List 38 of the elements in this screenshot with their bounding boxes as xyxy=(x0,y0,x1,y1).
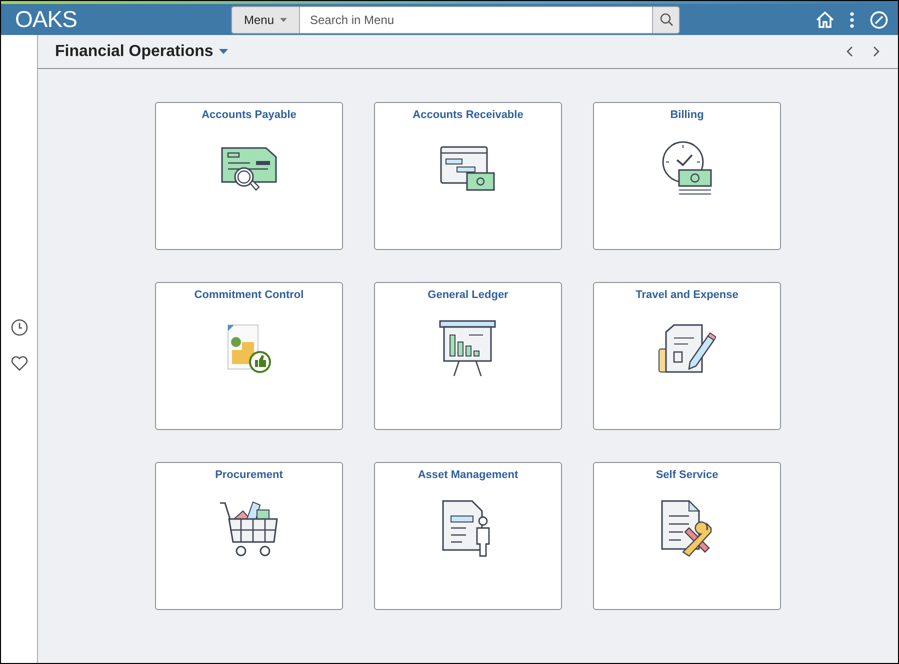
tile[interactable]: Accounts Payable xyxy=(155,102,343,250)
shopping-cart-icon xyxy=(219,500,279,558)
tile[interactable]: Travel and Expense xyxy=(593,282,781,430)
recent-button[interactable] xyxy=(10,319,28,336)
document-pencil-icon xyxy=(658,324,716,374)
clock-icon xyxy=(10,319,28,336)
tile[interactable]: Asset Management xyxy=(374,462,562,610)
caret-icon xyxy=(219,49,228,54)
more-button[interactable] xyxy=(850,12,854,28)
oaks-logo: OAKS xyxy=(15,6,78,33)
tile-title: Accounts Payable xyxy=(202,109,296,121)
previous-button[interactable] xyxy=(846,46,853,57)
tile[interactable]: Billing xyxy=(593,102,781,250)
tile[interactable]: Commitment Control xyxy=(155,282,343,430)
tile-title: Self Service xyxy=(656,469,718,481)
document-tools-icon xyxy=(661,500,713,558)
tile-title: Travel and Expense xyxy=(636,289,738,301)
tile-title: Procurement xyxy=(215,469,283,481)
tile-title: Accounts Receivable xyxy=(412,109,524,121)
heart-icon xyxy=(10,356,28,371)
favorites-button[interactable] xyxy=(10,356,28,371)
kebab-icon xyxy=(850,12,854,28)
tile[interactable]: General Ledger xyxy=(374,282,562,430)
home-icon xyxy=(816,11,834,28)
chevron-left-icon xyxy=(846,46,853,57)
page-title: Financial Operations xyxy=(55,42,214,60)
tile[interactable]: Self Service xyxy=(593,462,781,610)
window-cash-icon xyxy=(440,146,496,192)
tile-title: Asset Management xyxy=(418,469,518,481)
tile[interactable]: Accounts Receivable xyxy=(374,102,562,250)
tile[interactable]: Procurement xyxy=(155,462,343,610)
tile-title: Commitment Control xyxy=(194,289,304,301)
chevron-right-icon xyxy=(873,46,880,57)
next-button[interactable] xyxy=(873,46,880,57)
tile-title: Billing xyxy=(670,109,704,121)
presentation-chart-icon xyxy=(439,320,497,378)
tile-title: General Ledger xyxy=(428,289,508,301)
home-button[interactable] xyxy=(816,11,834,28)
